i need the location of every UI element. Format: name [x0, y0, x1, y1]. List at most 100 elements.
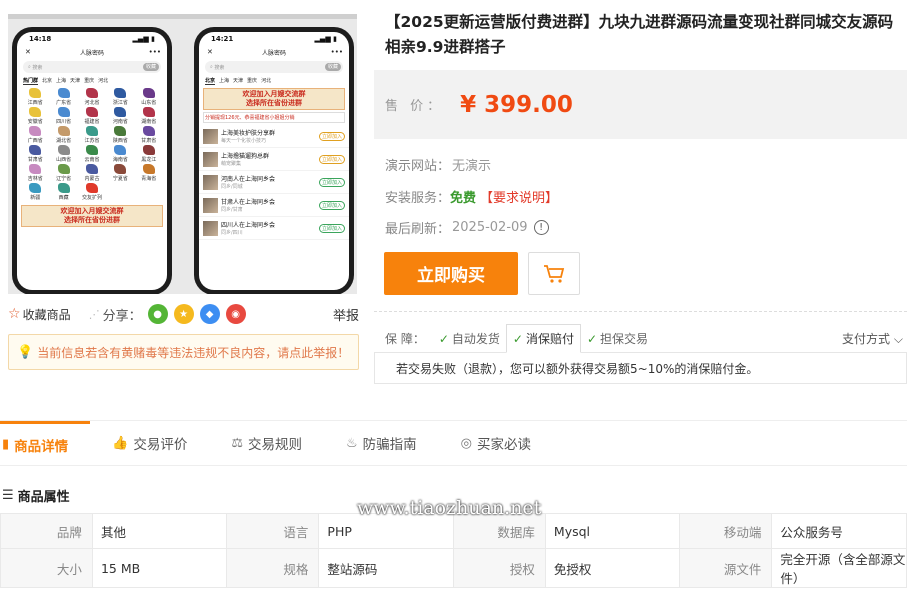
province-map-icon — [57, 107, 70, 117]
group-title: 甘肃人在上海同乡会 — [221, 199, 276, 206]
province-name: 河北省 — [84, 100, 100, 106]
group-subtitle: 同乡/甘肃 — [221, 207, 243, 213]
wechat-share-icon[interactable]: ● — [147, 304, 168, 324]
province-item: 海南省 — [106, 145, 134, 163]
phone-screenshot-2: 14:21 ▂▄▆ ▮ ✕ 人脉密码 ••• ⌕ 搜索 收藏 北京 上海 天津 重庆 河北 欢迎… — [194, 27, 354, 294]
province-item: 安徽省 — [21, 107, 49, 125]
report-warning[interactable]: 💡 当前信息若含有黄赌毒等违法违规不良内容，请点此举报！ — [8, 334, 359, 370]
province-map-icon — [142, 145, 155, 155]
group-list: 上海美妆护肤分享群 每天一个化妆小技巧 立即加入 上海撸猫遛狗总群 萌宠聚集 立即加入 河南… — [199, 125, 349, 240]
province-name: 山西省 — [56, 157, 72, 163]
more-icon: ••• — [330, 48, 343, 56]
province-item: 湖北省 — [49, 126, 77, 144]
attribute-key: 语言 — [226, 513, 320, 549]
group-subtitle: 萌宠聚集 — [221, 161, 242, 167]
attribute-value: 其他 — [91, 513, 228, 549]
search-placeholder: 搜索 — [214, 64, 225, 71]
province-name: 甘肃省 — [141, 138, 157, 144]
city-tab: 北京 — [42, 78, 53, 84]
guarantee-compensation[interactable]: ✓ 消保赔付 — [505, 324, 581, 353]
check-icon: ✓ — [438, 331, 449, 346]
province-item: 福建省 — [78, 107, 106, 125]
guarantee-label: 保 障： — [385, 332, 425, 346]
attributes-heading: ☰ 商品属性 — [2, 486, 70, 505]
attribute-value: 免授权 — [544, 548, 681, 588]
search-icon: ⌕ — [210, 64, 213, 70]
product-image-gallery[interactable]: 14:18 ▂▄▆ ▮ ✕ 人脉密码 ••• ⌕ 搜索 收藏 热门群 北京 上海 天津 重庆 河北… — [8, 14, 357, 294]
group-avatar — [203, 197, 218, 213]
tab-rules[interactable]: ⚖ 交易规则 — [209, 421, 324, 465]
status-icons: ▂▄▆ ▮ — [314, 35, 337, 43]
scale-icon: ⚖ — [231, 435, 243, 451]
info-icon[interactable]: ! — [533, 220, 549, 235]
buy-now-button[interactable]: 立即购买 — [384, 252, 518, 295]
province-item: 甘肃省 — [135, 126, 163, 144]
weibo-share-icon[interactable]: ◉ — [225, 304, 246, 324]
city-tab: 天津 — [70, 78, 81, 84]
join-button: 立即加入 — [318, 131, 345, 141]
attribute-key: 移动端 — [679, 513, 773, 549]
province-map-icon — [29, 164, 42, 174]
province-name: 陕西省 — [112, 138, 128, 144]
add-to-cart-button[interactable] — [528, 252, 580, 295]
province-map-icon — [85, 126, 98, 136]
attribute-key: 大小 — [0, 548, 93, 588]
guarantee-auto-delivery[interactable]: ✓ 自动发货 — [433, 324, 506, 353]
province-map-icon — [114, 88, 127, 98]
city-tab: 上海 — [56, 78, 67, 84]
group-avatar — [203, 128, 218, 144]
group-title: 河南人在上海同乡会 — [221, 176, 276, 183]
list-search-icon: ☰ — [2, 488, 14, 503]
province-map-icon — [57, 183, 70, 193]
province-name: 安徽省 — [27, 119, 43, 125]
province-map-icon — [85, 164, 98, 174]
payment-method-label: 支付方式 — [842, 332, 891, 346]
guarantee-escrow[interactable]: ✓ 担保交易 — [581, 324, 654, 353]
province-map-icon — [85, 88, 98, 98]
favorite-button[interactable]: ☆ 收藏商品 — [8, 306, 71, 323]
install-value: 免费 — [450, 191, 477, 206]
tab-product-details[interactable]: ▮ 商品详情 — [0, 421, 91, 465]
divider — [374, 311, 907, 312]
province-name: 黑龙江 — [141, 157, 157, 163]
province-item: 吉林省 — [21, 164, 49, 182]
price-box: 售 价： ¥ 399.00 — [374, 70, 907, 139]
join-button: 立即加入 — [318, 200, 345, 210]
province-grid: 江西省 广东省 河北省 浙江省 山东省 安徽省 四川省 福建省 河南省 湖南省 广西省 湖北省 江苏省 陕… — [17, 86, 167, 203]
province-name: 广西省 — [27, 138, 43, 144]
province-name: 湖北省 — [56, 138, 72, 144]
report-link[interactable]: 举报 — [333, 305, 359, 324]
city-tab: 重庆 — [247, 78, 258, 84]
favorite-share-bar: ☆ 收藏商品 ⋰ 分享： ● ★ ◆ ◉ 举报 — [8, 300, 359, 328]
qzone-share-icon[interactable]: ★ — [173, 304, 194, 324]
close-icon: ✕ — [25, 48, 31, 56]
install-row: 安装服务： 免费 【要求说明】 — [385, 187, 558, 206]
province-map-icon — [114, 164, 127, 174]
close-icon: ✕ — [207, 48, 213, 56]
search-placeholder: 搜索 — [32, 64, 43, 71]
payment-method-dropdown[interactable]: 支付方式 ⌵ — [842, 330, 903, 347]
province-map-icon — [142, 164, 155, 174]
province-map-icon — [114, 107, 127, 117]
install-requirements-link[interactable]: 【要求说明】 — [480, 187, 558, 206]
province-name: 新疆 — [30, 195, 41, 201]
city-tab: 河北 — [98, 78, 109, 84]
app-search: ⌕ 搜索 收藏 — [23, 61, 161, 73]
province-map-icon — [29, 126, 42, 136]
distribution-ticker: 分销提现126元、恭喜福建省小姐姐分销 — [203, 112, 345, 123]
province-name: 吉林省 — [27, 176, 43, 182]
province-name: 甘肃省 — [27, 157, 43, 163]
attribute-value: 整站源码 — [318, 548, 454, 588]
status-time: 14:21 — [211, 35, 234, 43]
qq-share-icon[interactable]: ◆ — [199, 304, 220, 324]
cart-icon — [544, 264, 565, 283]
tab-reviews[interactable]: 👍 交易评价 — [90, 421, 209, 465]
tab-anti-fraud[interactable]: ♨ 防骗指南 — [324, 421, 439, 465]
province-map-icon — [85, 107, 98, 117]
province-name: 江苏省 — [84, 138, 100, 144]
province-map-icon — [85, 183, 98, 193]
tab-buyer-notes[interactable]: ◎ 买家必读 — [439, 421, 553, 465]
city-tab: 上海 — [219, 78, 230, 84]
guarantee-item-label: 自动发货 — [451, 332, 500, 346]
province-name: 广东省 — [56, 100, 72, 106]
